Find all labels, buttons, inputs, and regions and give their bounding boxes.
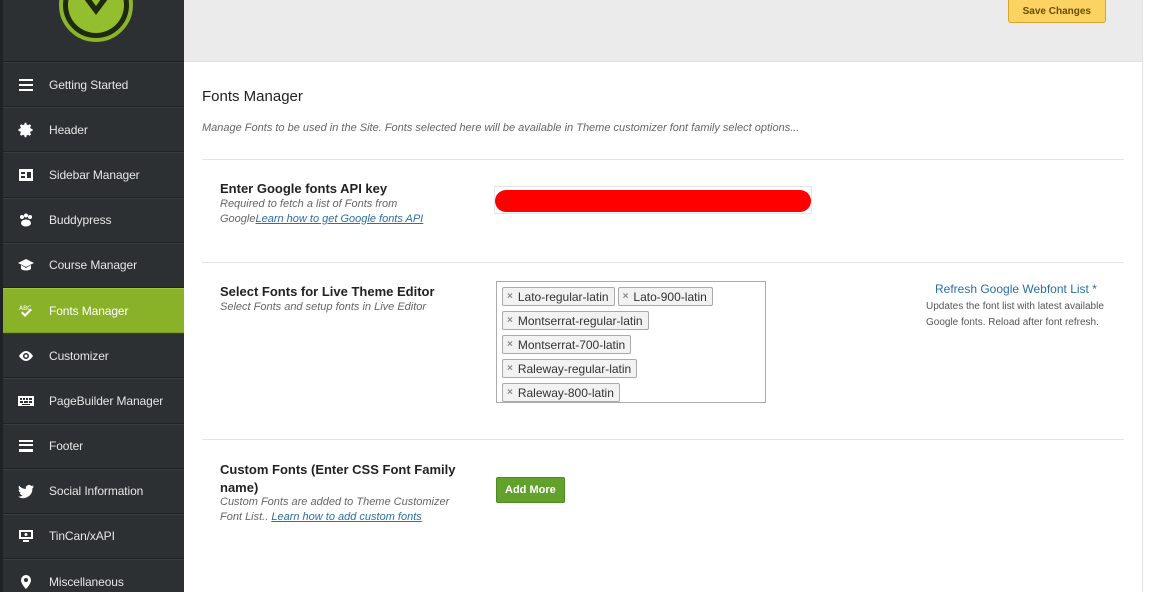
- sidebar-item-tincan-xapi[interactable]: TinCan/xAPI: [3, 513, 184, 560]
- refresh-description: Updates the font list with latest availa…: [926, 301, 1104, 328]
- sidebar-item-fonts-manager[interactable]: ABC Fonts Manager: [3, 287, 184, 334]
- logo-area: [3, 0, 184, 62]
- sidebar-menu: Getting Started Header Sidebar Manager B…: [3, 62, 184, 592]
- font-tag-label: Montserrat-regular-latin: [517, 313, 643, 328]
- footer-layout-icon: [3, 438, 49, 454]
- sidebar-item-sidebar-manager[interactable]: Sidebar Manager: [3, 152, 184, 198]
- font-tag[interactable]: × Raleway-regular-latin: [502, 359, 638, 378]
- sidebar-item-label: TinCan/xAPI: [49, 529, 115, 544]
- api-key-input[interactable]: [494, 186, 812, 214]
- font-tag[interactable]: × Lato-regular-latin: [502, 287, 615, 306]
- divider: [202, 439, 1124, 440]
- sidebar-item-label: Fonts Manager: [49, 303, 129, 318]
- refresh-link-text: Refresh Google Webfont List: [935, 282, 1089, 296]
- remove-tag-icon[interactable]: ×: [507, 339, 513, 350]
- font-multiselect[interactable]: × Lato-regular-latin × Lato-900-latin × Mont…: [496, 281, 766, 403]
- sidebar-item-label: Social Information: [49, 484, 144, 499]
- spellcheck-icon: ABC: [3, 303, 49, 319]
- sidebar-item-getting-started[interactable]: Getting Started: [3, 62, 184, 108]
- remove-tag-icon[interactable]: ×: [507, 291, 513, 302]
- sidebar-item-label: Miscellaneous: [49, 574, 124, 589]
- sidebar-item-miscellaneous[interactable]: Miscellaneous: [3, 559, 184, 592]
- remove-tag-icon[interactable]: ×: [507, 387, 513, 398]
- live-fonts-description: Select Fonts and setup fonts in Live Edi…: [220, 301, 427, 313]
- font-tag-label: Raleway-800-latin: [517, 385, 614, 400]
- sidebar-item-label: Course Manager: [49, 258, 137, 273]
- api-key-description: Required to fetch a list of Fonts from G…: [220, 197, 450, 226]
- tag-row: × Lato-regular-latin × Lato-900-latin: [501, 285, 761, 309]
- sidebar-item-header[interactable]: Header: [3, 107, 184, 153]
- page-subtitle: Manage Fonts to be used in the Site. Fon…: [202, 122, 800, 134]
- sidebar-item-social-information[interactable]: Social Information: [3, 468, 184, 514]
- page: Getting Started Header Sidebar Manager B…: [0, 0, 1172, 592]
- tag-row: × Montserrat-regular-latin: [501, 309, 761, 333]
- api-key-help-link[interactable]: Learn how to get Google fonts API: [255, 213, 423, 225]
- font-tag[interactable]: × Lato-900-latin: [617, 287, 713, 306]
- right-gutter: [1142, 0, 1172, 592]
- menu-lines-icon: [3, 77, 49, 93]
- font-tag-label: Lato-regular-latin: [517, 289, 609, 304]
- save-changes-button[interactable]: Save Changes: [1007, 0, 1106, 23]
- font-tag[interactable]: × Montserrat-regular-latin: [502, 311, 649, 330]
- custom-fonts-label: Custom Fonts (Enter CSS Font Family name…: [220, 462, 456, 495]
- font-tag[interactable]: × Raleway-800-latin: [502, 383, 620, 402]
- graduation-cap-icon: [3, 257, 49, 273]
- font-tag[interactable]: × Montserrat-700-latin: [502, 335, 632, 354]
- sidebar-item-footer[interactable]: Footer: [3, 423, 184, 469]
- sidebar-item-label: Getting Started: [49, 77, 129, 92]
- sidebar-item-buddypress[interactable]: Buddypress: [3, 197, 184, 243]
- redaction-bar: [495, 190, 811, 212]
- font-tag-label: Lato-900-latin: [633, 289, 707, 304]
- font-tag-label: Montserrat-700-latin: [517, 337, 626, 352]
- tag-row: × Montserrat-700-latin: [501, 333, 761, 357]
- remove-tag-icon[interactable]: ×: [623, 291, 629, 302]
- add-more-button[interactable]: Add More: [496, 477, 565, 503]
- sidebar: Getting Started Header Sidebar Manager B…: [0, 0, 184, 592]
- refresh-webfont-link[interactable]: Refresh Google Webfont List *: [935, 282, 1097, 296]
- refresh-marker: *: [1092, 282, 1097, 296]
- sidebar-item-label: Footer: [49, 439, 84, 454]
- twitter-icon: [3, 483, 49, 499]
- monitor-icon: [3, 528, 49, 544]
- api-key-label: Enter Google fonts API key: [220, 181, 388, 196]
- logo-check-icon: [68, 0, 124, 33]
- sidebar-item-label: Customizer: [49, 348, 109, 363]
- keyboard-icon: [3, 393, 49, 409]
- sidebar-item-label: Header: [49, 122, 88, 137]
- sidebar-item-label: PageBuilder Manager: [49, 393, 164, 408]
- custom-fonts-help-link[interactable]: Learn how to add custom fonts: [271, 511, 421, 523]
- remove-tag-icon[interactable]: ×: [507, 363, 513, 374]
- logo: [59, 0, 133, 42]
- sidebar-item-pagebuilder-manager[interactable]: PageBuilder Manager: [3, 378, 184, 424]
- users-paw-icon: [3, 212, 49, 228]
- eye-icon: [3, 348, 49, 364]
- remove-tag-icon[interactable]: ×: [507, 315, 513, 326]
- sidebar-item-label: Buddypress: [49, 213, 112, 228]
- main-content: Fonts Manager Manage Fonts to be used in…: [184, 62, 1142, 592]
- page-title: Fonts Manager: [202, 88, 303, 105]
- font-tag-label: Raleway-regular-latin: [517, 361, 632, 376]
- sidebar-item-course-manager[interactable]: Course Manager: [3, 242, 184, 288]
- sidebar-item-label: Sidebar Manager: [49, 167, 140, 182]
- map-pin-icon: [3, 574, 49, 590]
- divider: [202, 159, 1124, 160]
- custom-fonts-description: Custom Fonts are added to Theme Customiz…: [220, 495, 470, 524]
- top-bar: Save Changes: [184, 0, 1142, 62]
- sidebar-item-customizer[interactable]: Customizer: [3, 333, 184, 379]
- divider: [202, 262, 1124, 263]
- gear-icon: [3, 122, 49, 138]
- tag-row: × Raleway-800-latin: [501, 381, 761, 405]
- sidebar-layout-icon: [3, 167, 49, 183]
- tag-row: × Raleway-regular-latin: [501, 357, 761, 381]
- live-fonts-label: Select Fonts for Live Theme Editor: [220, 284, 435, 299]
